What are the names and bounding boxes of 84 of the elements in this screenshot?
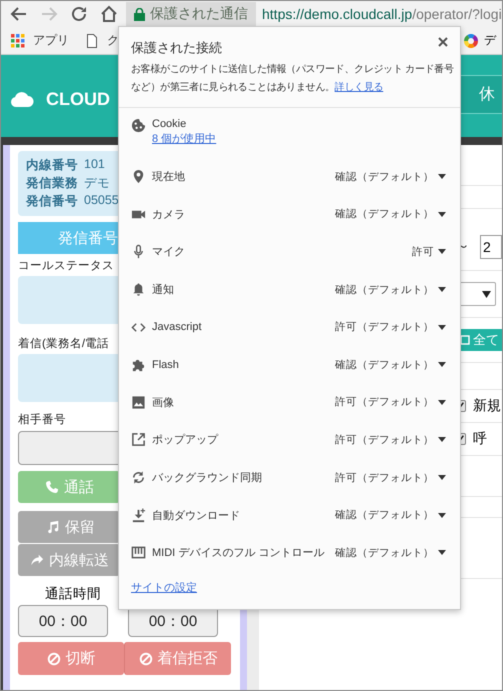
phone-icon xyxy=(45,480,59,494)
info-value: 05055 xyxy=(84,193,119,209)
caret-icon xyxy=(438,437,446,442)
field-label: 相手番号 xyxy=(18,412,66,427)
permission-name: 画像 xyxy=(152,396,174,410)
permission-name: MIDI デバイスのフル コントロール xyxy=(152,546,324,560)
info-label: 発信業務 xyxy=(26,175,78,192)
lock-icon xyxy=(134,8,145,20)
info-value: デモ xyxy=(84,175,110,192)
site-settings-link[interactable]: サイトの設定 xyxy=(131,580,197,595)
share-arrow-icon xyxy=(30,553,44,567)
image-icon xyxy=(131,394,146,410)
address-bar[interactable]: https://demo.cloudcall.jp/operator/?logi xyxy=(262,6,502,22)
caret-icon xyxy=(438,287,446,292)
info-label: 内線番号 xyxy=(26,157,78,174)
permission-name: 現在地 xyxy=(152,170,185,184)
date-field[interactable]: 2 xyxy=(480,234,502,258)
cloud-icon xyxy=(10,90,34,108)
caret-icon xyxy=(438,475,446,480)
permission-name: Javascript xyxy=(152,321,202,334)
permission-name: 自動ダウンロード xyxy=(152,508,240,523)
music-note-icon xyxy=(46,520,60,534)
caret-icon xyxy=(438,249,446,254)
permission-dropdown[interactable]: 許可（デフォルト） xyxy=(335,470,450,485)
close-icon[interactable] xyxy=(436,35,450,49)
permission-dropdown[interactable]: 確認（デフォルト） xyxy=(335,282,450,297)
popup-description: お客様がこのサイトに送信した情報（パスワード、クレジット カード番号など）が第三者に見られることはありません。詳しく見る xyxy=(131,62,454,95)
external-link-icon xyxy=(131,432,146,448)
sync-icon xyxy=(131,470,146,486)
bell-icon xyxy=(131,282,146,298)
permission-name: ポップアップ xyxy=(152,432,218,448)
bookmark-item[interactable]: デ xyxy=(484,32,496,49)
location-pin-icon xyxy=(131,169,146,184)
learn-more-link[interactable]: 詳しく見る xyxy=(334,82,384,93)
ban-icon xyxy=(46,652,60,666)
page-icon xyxy=(85,34,99,48)
permission-dropdown[interactable]: 確認（デフォルト） xyxy=(335,170,450,184)
color-wheel-icon xyxy=(464,34,478,48)
puzzle-icon xyxy=(131,357,146,372)
permission-name: バックグラウンド同期 xyxy=(152,471,262,486)
logo-text: CLOUD xyxy=(46,88,110,110)
permission-name: Cookie xyxy=(152,118,188,130)
caret-icon xyxy=(438,362,446,368)
permission-dropdown[interactable]: 確認（デフォルト） xyxy=(335,358,450,372)
caret-icon xyxy=(438,212,446,217)
permission-dropdown[interactable]: 許可（デフォルト） xyxy=(335,432,450,447)
bookmark-item[interactable]: アプリ xyxy=(33,32,69,49)
field-label: 着信(業務名/電話 xyxy=(18,336,110,351)
back-arrow-icon[interactable] xyxy=(10,5,28,23)
permission-dropdown[interactable]: 許可（デフォルト） xyxy=(335,395,450,410)
permission-dropdown[interactable]: 確認（デフォルト） xyxy=(335,207,450,222)
permission-dropdown[interactable]: 確認（デフォルト） xyxy=(335,508,450,522)
caret-icon xyxy=(438,512,446,518)
microphone-icon xyxy=(131,244,146,260)
checkbox-label: 呼 xyxy=(473,430,487,448)
bookmark-item[interactable]: ク xyxy=(107,32,119,49)
permission-dropdown[interactable]: 確認（デフォルト） xyxy=(335,546,450,560)
permission-name: カメラ xyxy=(152,208,185,222)
caret-icon xyxy=(438,400,446,405)
info-label: 発信番号 xyxy=(26,193,78,210)
reload-icon[interactable] xyxy=(70,5,88,23)
caret-icon xyxy=(482,290,491,298)
timer-display: 00：00 xyxy=(18,605,108,637)
piano-keys-icon xyxy=(131,545,146,560)
info-value: 101 xyxy=(84,157,105,173)
security-chip[interactable]: 保護された通信 xyxy=(126,2,256,26)
cookie-icon xyxy=(131,118,146,133)
field-label: コールステータス xyxy=(18,259,114,273)
popup-title: 保護された接続 xyxy=(131,39,222,57)
caret-icon xyxy=(438,550,446,556)
permission-name: 通知 xyxy=(152,282,174,298)
caret-icon xyxy=(438,174,446,180)
home-icon[interactable] xyxy=(100,5,118,23)
cookie-count-link[interactable]: 8 個が使用中 xyxy=(152,131,216,146)
talk-time-label: 通話時間 xyxy=(45,585,101,603)
apps-grid-icon xyxy=(11,34,25,48)
ban-icon xyxy=(138,652,152,666)
caret-icon xyxy=(438,324,446,330)
permission-dropdown[interactable]: 許可 xyxy=(412,244,450,259)
permission-name: Flash xyxy=(152,358,179,371)
checkbox-label: 新規 xyxy=(473,397,501,415)
download-icon xyxy=(131,508,146,523)
permission-name: マイク xyxy=(152,245,185,260)
permission-dropdown[interactable]: 許可（デフォルト） xyxy=(335,320,450,334)
